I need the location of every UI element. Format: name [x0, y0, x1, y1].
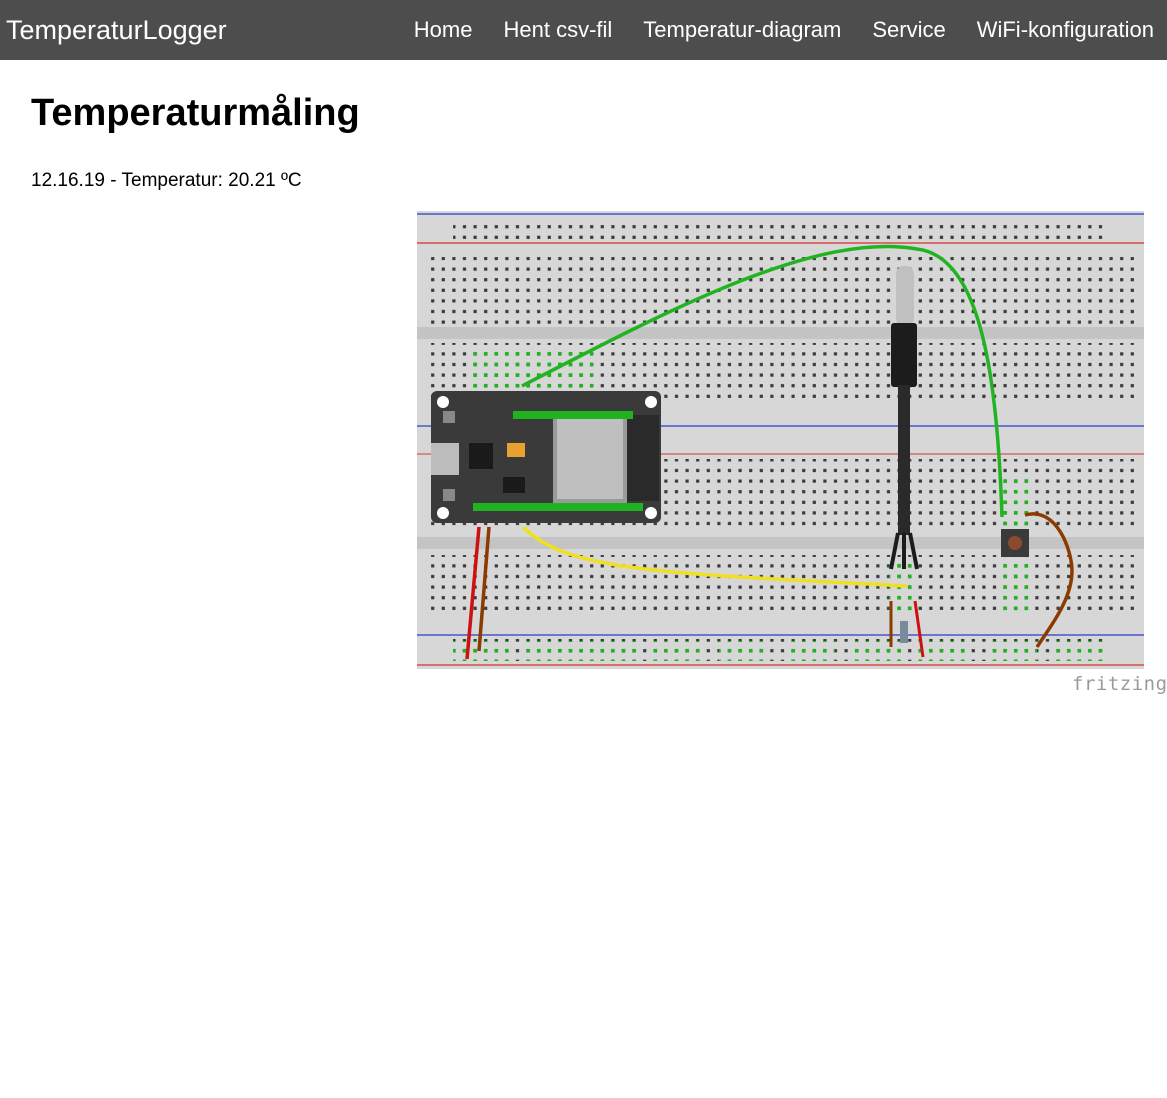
page-title: Temperaturmåling — [31, 92, 360, 134]
center-channel-1 — [417, 327, 1144, 339]
connected-holes-rail-1 — [453, 641, 513, 661]
nav-link-home[interactable]: Home — [414, 17, 473, 43]
nav-links: Home Hent csv-fil Temperatur-diagram Ser… — [383, 0, 1167, 60]
nav-link-service[interactable]: Service — [872, 17, 945, 43]
breadboard-diagram — [417, 211, 1144, 669]
brand-title[interactable]: TemperaturLogger — [0, 15, 227, 46]
power-rail-holes-top — [453, 219, 1103, 239]
fritzing-credit: fritzing — [1072, 673, 1167, 695]
connected-holes-rail-8 — [917, 641, 967, 661]
nav-link-temperature-diagram[interactable]: Temperatur-diagram — [643, 17, 841, 43]
breadboard-wiring-image: fritzing — [417, 211, 1167, 701]
esp32-devkit — [431, 391, 661, 523]
connected-holes-rail-3 — [587, 641, 637, 661]
temperature-reading: 12.16.19 - Temperatur: 20.21 ºC — [31, 170, 302, 191]
connected-holes-rail-4 — [653, 641, 703, 661]
connected-holes-rail-9 — [987, 641, 1037, 661]
connected-holes-rail-7 — [851, 641, 901, 661]
connected-holes-rail-6 — [785, 641, 835, 661]
nav-link-download-csv[interactable]: Hent csv-fil — [503, 17, 612, 43]
nav-link-wifi-config[interactable]: WiFi-konfiguration — [977, 17, 1154, 43]
center-channel-2 — [417, 537, 1144, 549]
connected-holes-rail-10 — [1053, 641, 1109, 661]
connected-holes-rail-2 — [523, 641, 583, 661]
push-button — [1001, 529, 1029, 557]
top-navigation: TemperaturLogger Home Hent csv-fil Tempe… — [0, 0, 1167, 60]
connected-holes-rail-5 — [719, 641, 769, 661]
connected-holes-esp-top — [469, 346, 593, 394]
